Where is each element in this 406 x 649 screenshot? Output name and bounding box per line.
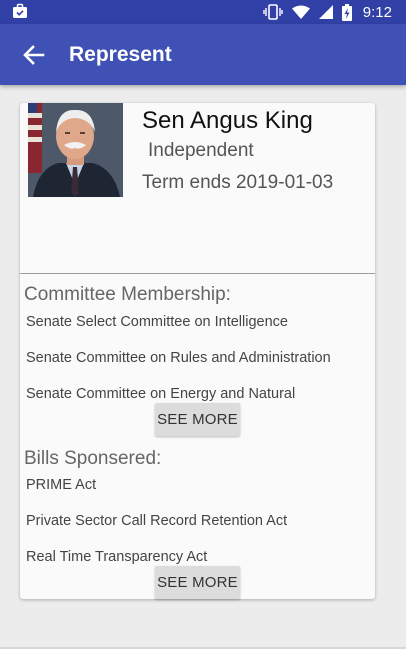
bills-see-more-button[interactable]: SEE MORE	[155, 566, 240, 599]
bill-item: Private Sector Call Record Retention Act	[26, 513, 288, 529]
briefcase-icon	[13, 3, 27, 18]
status-bar: 9:12	[0, 0, 406, 24]
wifi-icon	[291, 5, 310, 19]
signal-icon	[318, 5, 333, 19]
representative-photo	[28, 103, 123, 197]
committee-item: Senate Select Committee on Intelligence	[26, 314, 288, 330]
committee-item: Senate Committee on Rules and Administra…	[26, 350, 331, 366]
bill-item: PRIME Act	[26, 477, 97, 493]
bills-section-title: Bills Sponsered:	[24, 448, 162, 469]
app-bar: Represent	[0, 24, 406, 85]
committee-section-title: Committee Membership:	[24, 284, 231, 305]
battery-charging-icon	[341, 3, 352, 21]
representative-party: Independent	[148, 140, 254, 161]
vibrate-icon	[263, 4, 283, 20]
status-time: 9:12	[362, 3, 392, 21]
arrow-back-icon[interactable]	[20, 41, 48, 69]
bill-item: Real Time Transparency Act	[26, 549, 208, 565]
divider	[20, 273, 375, 274]
app-title: Represent	[69, 43, 172, 66]
committee-see-more-button[interactable]: SEE MORE	[155, 403, 240, 436]
term-end: Term ends 2019-01-03	[142, 172, 334, 193]
representative-card: Sen Angus King Independent Term ends 201…	[20, 103, 375, 599]
representative-name: Sen Angus King	[142, 107, 313, 134]
committee-item: Senate Committee on Energy and Natural	[26, 386, 296, 402]
